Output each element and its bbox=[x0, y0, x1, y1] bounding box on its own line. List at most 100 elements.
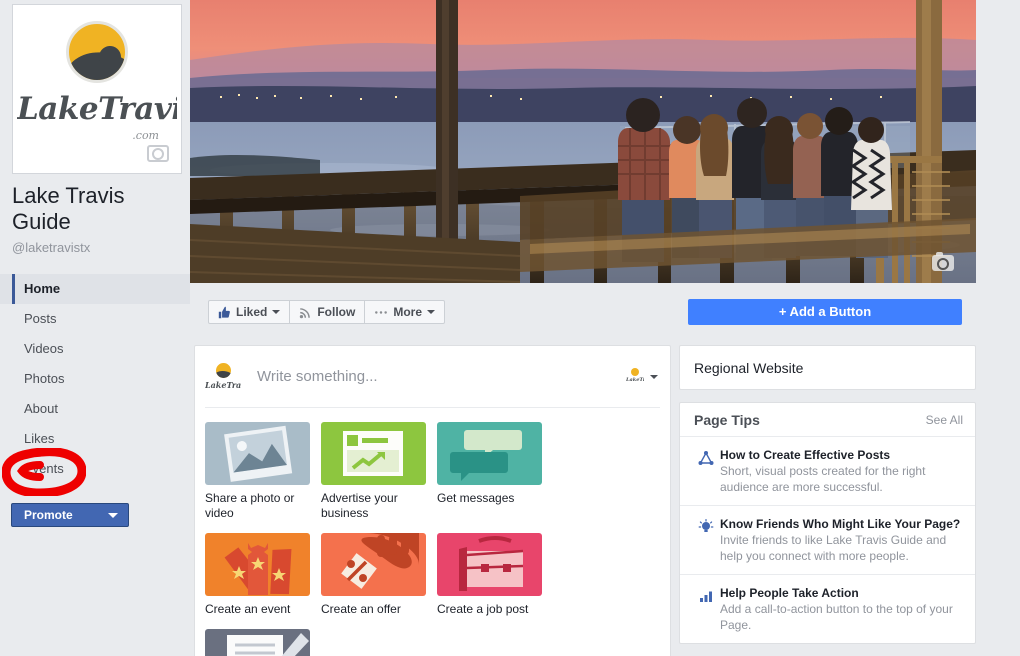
page-tip-item[interactable]: How to Create Effective Posts Short, vis… bbox=[680, 437, 975, 506]
follow-button[interactable]: Follow bbox=[290, 301, 366, 323]
note-pencil-icon bbox=[205, 629, 310, 656]
page-tip-body: How to Create Effective Posts Short, vis… bbox=[720, 447, 963, 495]
cover-photo-image bbox=[190, 0, 976, 283]
follow-button-label: Follow bbox=[317, 305, 356, 319]
see-all-link[interactable]: See All bbox=[926, 413, 963, 427]
tile-label: Create an event bbox=[205, 602, 291, 616]
right-sidebar: Regional Website Page Tips See All How t… bbox=[679, 345, 976, 656]
page-tip-title: Know Friends Who Might Like Your Page? bbox=[720, 517, 961, 531]
page-tip-body: Know Friends Who Might Like Your Page? I… bbox=[720, 516, 963, 564]
sidebar-item-label: Posts bbox=[24, 311, 57, 326]
sidebar-item-label: Photos bbox=[24, 371, 65, 386]
promote-button[interactable]: Promote bbox=[11, 503, 129, 527]
network-triangle-icon bbox=[692, 447, 720, 495]
logo-wordmark: LakeTravis bbox=[17, 91, 177, 127]
liked-button[interactable]: Liked bbox=[209, 301, 291, 323]
page-tip-item[interactable]: Help People Take Action Add a call-to-ac… bbox=[680, 575, 975, 643]
more-button[interactable]: More bbox=[365, 301, 444, 323]
chevron-down-icon bbox=[272, 310, 281, 314]
messages-icon bbox=[437, 422, 542, 485]
tile-label: Create an offer bbox=[321, 602, 401, 616]
wave-logo-icon bbox=[631, 368, 639, 376]
sidebar-item-label: Home bbox=[24, 281, 61, 296]
post-composer: LakeTravis Write something... LakeTravis bbox=[205, 346, 660, 408]
sidebar-item-label: About bbox=[24, 401, 58, 416]
page-tip-title: How to Create Effective Posts bbox=[720, 448, 891, 462]
more-button-label: More bbox=[393, 305, 423, 319]
page-tip-desc: Short, visual posts created for the righ… bbox=[720, 464, 926, 494]
page-tips-header: Page Tips See All bbox=[680, 403, 975, 437]
tile-write-note[interactable]: Write a note bbox=[205, 629, 321, 656]
page-title: Lake Travis Guide bbox=[12, 183, 125, 234]
network-triangle-icon-art bbox=[698, 451, 714, 465]
wave-logo-icon bbox=[66, 21, 128, 83]
ellipsis-icon bbox=[375, 310, 388, 314]
chevron-down-icon bbox=[650, 375, 658, 379]
briefcase-icon-art bbox=[459, 536, 524, 591]
tile-create-event[interactable]: Create an event bbox=[205, 533, 321, 617]
composer-audience-avatar: LakeTravis bbox=[626, 368, 644, 386]
page-tips-title: Page Tips bbox=[694, 411, 760, 428]
ticket-icon-art bbox=[224, 543, 292, 595]
page-action-bar: Liked Follow More + Add a Button bbox=[190, 283, 976, 335]
note-pencil-icon-art bbox=[227, 633, 309, 656]
add-a-button-button[interactable]: + Add a Button bbox=[688, 299, 962, 325]
camera-icon[interactable] bbox=[932, 252, 954, 271]
page-avatar[interactable]: LakeTravis .com bbox=[12, 4, 182, 174]
composer-audience-selector[interactable]: LakeTravis bbox=[626, 368, 658, 386]
ticket-icon bbox=[205, 533, 310, 596]
composer-input[interactable]: Write something... bbox=[257, 368, 378, 385]
tile-get-messages[interactable]: Get messages bbox=[437, 422, 553, 521]
messages-icon-art bbox=[450, 430, 522, 481]
tile-create-offer[interactable]: Create an offer bbox=[321, 533, 437, 617]
sidebar-item-about[interactable]: About bbox=[0, 394, 190, 424]
page-tip-desc: Add a call-to-action button to the top o… bbox=[720, 602, 953, 632]
bar-chart-icon bbox=[692, 585, 720, 633]
promote-button-label: Promote bbox=[24, 508, 73, 522]
sidebar-item-label: Videos bbox=[24, 341, 64, 356]
page-tips-card: Page Tips See All How to Create Effectiv… bbox=[679, 402, 976, 644]
tile-label: Create a job post bbox=[437, 602, 529, 616]
sidebar-item-label: Likes bbox=[24, 431, 55, 446]
rss-icon bbox=[300, 307, 311, 318]
lightbulb-icon-art bbox=[698, 519, 714, 532]
page-tip-desc: Invite friends to like Lake Travis Guide… bbox=[720, 533, 947, 563]
sidebar-item-videos[interactable]: Videos bbox=[0, 334, 190, 364]
logo-domain-suffix: .com bbox=[132, 129, 159, 142]
briefcase-icon bbox=[437, 533, 542, 596]
photo-icon bbox=[205, 422, 310, 485]
cover-photo[interactable] bbox=[190, 0, 976, 283]
tile-label: Advertise your business bbox=[321, 491, 398, 520]
composer-avatar-wordmark: LakeTravis bbox=[205, 380, 241, 390]
avatar-inner: LakeTravis .com bbox=[17, 9, 177, 169]
left-sidebar: LakeTravis .com Lake Travis Guide @laket… bbox=[0, 0, 190, 656]
chevron-down-icon bbox=[108, 513, 118, 518]
page-nav: Home Posts Videos Photos About Likes Eve… bbox=[0, 274, 190, 484]
camera-icon[interactable] bbox=[147, 145, 169, 162]
tile-label: Get messages bbox=[437, 491, 515, 505]
photo-icon-art bbox=[224, 425, 293, 482]
page-tip-item[interactable]: Know Friends Who Might Like Your Page? I… bbox=[680, 506, 975, 575]
sidebar-item-likes[interactable]: Likes bbox=[0, 424, 190, 454]
sidebar-item-home[interactable]: Home bbox=[0, 274, 190, 304]
sidebar-item-posts[interactable]: Posts bbox=[0, 304, 190, 334]
tile-share-photo[interactable]: Share a photo or video bbox=[205, 422, 321, 521]
sidebar-item-photos[interactable]: Photos bbox=[0, 364, 190, 394]
liked-button-label: Liked bbox=[236, 305, 268, 319]
offer-tag-icon-art bbox=[341, 533, 419, 589]
quick-action-tiles: Share a photo or video Advertise your bu… bbox=[195, 408, 670, 656]
advertise-icon-art bbox=[343, 431, 403, 476]
tile-create-job-post[interactable]: Create a job post bbox=[437, 533, 553, 617]
page-action-button-group: Liked Follow More bbox=[208, 300, 446, 324]
wave-logo-icon bbox=[216, 363, 231, 378]
composer-avatar: LakeTravis bbox=[205, 361, 241, 397]
facebook-page-screenshot: LakeTravis .com Lake Travis Guide @laket… bbox=[0, 0, 1020, 656]
sidebar-item-events[interactable]: Events bbox=[0, 454, 190, 484]
main-content-card: LakeTravis Write something... LakeTravis bbox=[194, 345, 671, 656]
advertise-icon bbox=[321, 422, 426, 485]
regional-website-card[interactable]: Regional Website bbox=[679, 345, 976, 390]
sidebar-item-label: Events bbox=[24, 461, 64, 476]
bar-chart-icon-art bbox=[700, 591, 712, 602]
tile-label: Share a photo or video bbox=[205, 491, 295, 520]
tile-advertise-business[interactable]: Advertise your business bbox=[321, 422, 437, 521]
